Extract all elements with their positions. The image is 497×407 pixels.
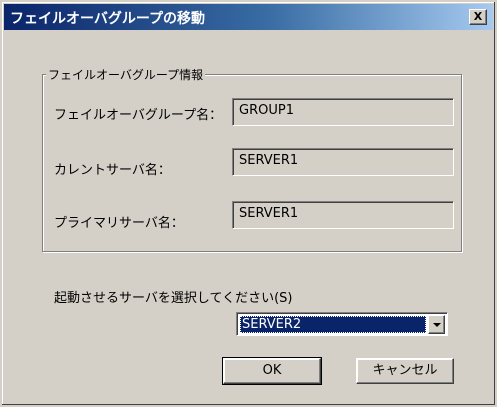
title-bar[interactable]: フェイルオーバグループの移動 X — [4, 4, 493, 30]
current-server-label: カレントサーバ名： — [54, 163, 171, 178]
server-select-label: 起動させるサーバを選択してください(S) — [54, 291, 293, 306]
close-button[interactable]: X — [469, 9, 487, 25]
cancel-button[interactable]: キャンセル — [356, 358, 454, 384]
group-info-legend: フェイルオーバグループ情報 — [46, 66, 206, 83]
primary-server-field: SERVER1 — [232, 201, 454, 229]
server-select-value[interactable]: SERVER2 — [240, 316, 426, 333]
dialog-window: フェイルオーバグループの移動 X フェイルオーバグループ情報 フェイルオーバグル… — [0, 0, 497, 407]
chevron-down-icon — [433, 323, 441, 327]
server-select-dropdown[interactable]: SERVER2 — [236, 312, 448, 336]
dropdown-button[interactable] — [428, 315, 445, 334]
ok-button[interactable]: OK — [222, 357, 322, 385]
primary-server-label: プライマリサーバ名： — [54, 216, 184, 231]
group-name-field: GROUP1 — [232, 98, 454, 126]
group-name-label: フェイルオーバグループ名： — [54, 108, 223, 123]
dialog-title: フェイルオーバグループの移動 — [10, 11, 206, 27]
current-server-field: SERVER1 — [232, 148, 454, 176]
